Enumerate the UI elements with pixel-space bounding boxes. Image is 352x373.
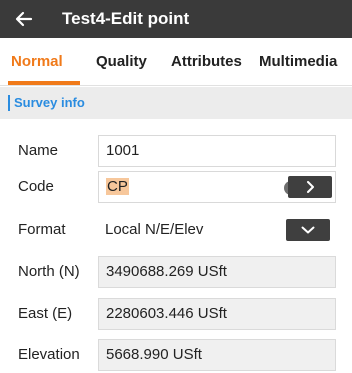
- east-field: 2280603.446 USft: [98, 298, 336, 330]
- code-value: CP: [106, 178, 129, 195]
- tab-quality[interactable]: Quality: [96, 38, 147, 85]
- tab-normal[interactable]: Normal: [11, 38, 63, 85]
- name-row: Name 1001: [0, 133, 352, 169]
- elevation-label: Elevation: [18, 346, 80, 363]
- active-tab-indicator: [8, 81, 80, 85]
- north-label: North (N): [18, 263, 80, 280]
- code-label: Code: [18, 178, 54, 195]
- code-field[interactable]: CP ✕: [98, 171, 336, 203]
- page-title: Test4-Edit point: [62, 9, 190, 28]
- elevation-field: 5668.990 USft: [98, 339, 336, 371]
- app-bar: Test4-Edit point: [0, 0, 352, 38]
- tab-bar: Normal Quality Attributes Multimedia: [0, 38, 352, 86]
- chevron-down-icon: [301, 226, 315, 234]
- format-dropdown-button[interactable]: [286, 219, 330, 241]
- tab-attributes[interactable]: Attributes: [171, 38, 242, 85]
- north-field: 3490688.269 USft: [98, 256, 336, 288]
- name-field[interactable]: 1001: [98, 135, 336, 167]
- format-row: Format Local N/E/Elev: [0, 212, 352, 248]
- east-label: East (E): [18, 305, 73, 322]
- tab-multimedia[interactable]: Multimedia: [259, 38, 337, 85]
- back-button[interactable]: [12, 7, 36, 31]
- code-row: Code CP ✕: [0, 169, 352, 205]
- section-accent-bar: [8, 95, 10, 111]
- east-row: East (E) 2280603.446 USft: [0, 296, 352, 332]
- chevron-right-icon: [307, 181, 314, 193]
- section-title: Survey info: [14, 95, 85, 110]
- section-header: Survey info: [0, 87, 352, 119]
- name-label: Name: [18, 142, 59, 159]
- north-row: North (N) 3490688.269 USft: [0, 254, 352, 290]
- back-arrow-icon: [15, 11, 33, 27]
- format-label: Format: [18, 221, 66, 238]
- elevation-row: Elevation 5668.990 USft: [0, 337, 352, 373]
- code-next-button[interactable]: [288, 176, 332, 198]
- format-value[interactable]: Local N/E/Elev: [98, 214, 203, 246]
